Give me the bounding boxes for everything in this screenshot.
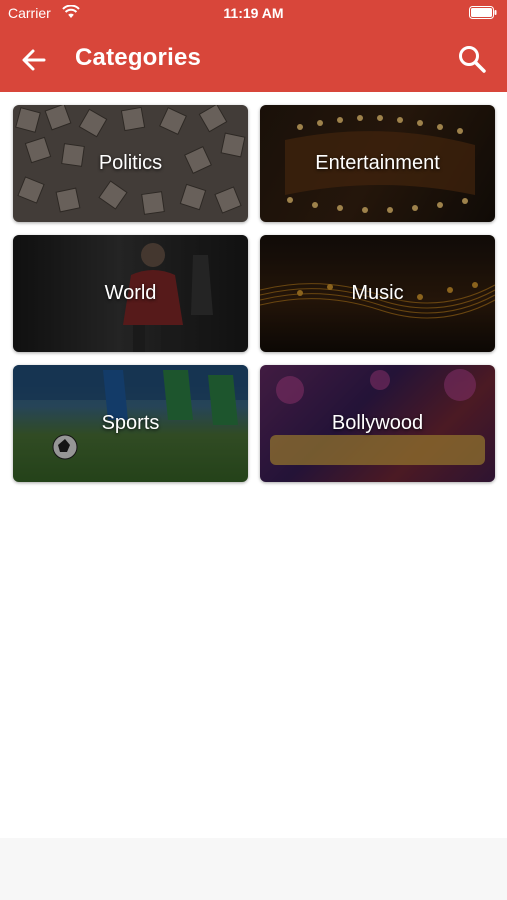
category-label: Politics bbox=[98, 152, 163, 174]
search-icon[interactable] bbox=[457, 44, 487, 74]
category-label: Entertainment bbox=[315, 152, 440, 174]
category-card-sports[interactable]: Sports bbox=[13, 365, 248, 482]
bottom-area bbox=[0, 838, 507, 900]
status-time: 11:19 AM bbox=[223, 5, 284, 21]
category-card-music[interactable]: Music bbox=[260, 235, 495, 352]
status-bar: Carrier 11:19 AM bbox=[0, 0, 507, 26]
category-label: Bollywood bbox=[331, 412, 424, 434]
category-label: Music bbox=[351, 282, 404, 304]
category-card-bollywood[interactable]: Bollywood bbox=[260, 365, 495, 482]
app-header: Categories bbox=[0, 26, 507, 92]
category-card-politics[interactable]: Politics bbox=[13, 105, 248, 222]
battery-icon bbox=[469, 6, 497, 19]
arrow-left-icon[interactable] bbox=[20, 46, 48, 74]
category-card-entertainment[interactable]: Entertainment bbox=[260, 105, 495, 222]
category-label: World bbox=[104, 282, 157, 304]
category-label: Sports bbox=[101, 412, 160, 434]
category-card-world[interactable]: World bbox=[13, 235, 248, 352]
page-title: Categories bbox=[75, 44, 202, 71]
